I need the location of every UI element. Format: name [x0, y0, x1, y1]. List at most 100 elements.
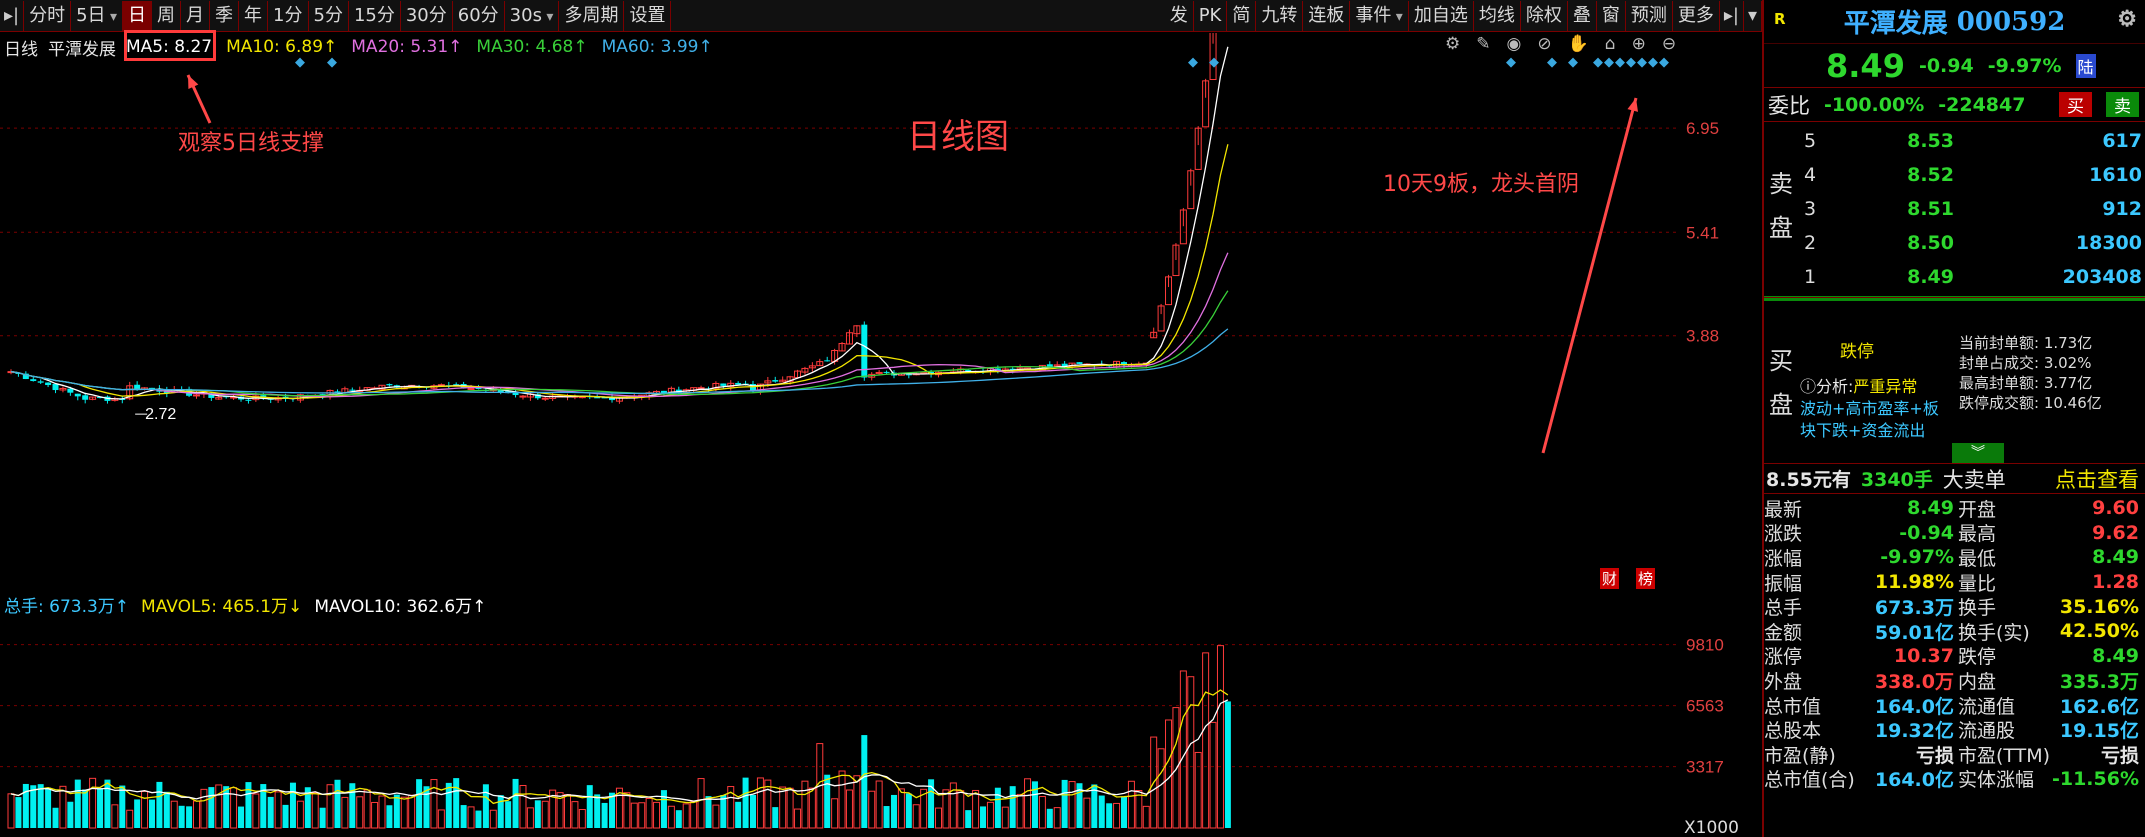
tool-button-4[interactable]: 连板	[1303, 0, 1351, 31]
tool-button-11[interactable]: 预测	[1626, 0, 1673, 31]
volume-bar	[505, 801, 512, 828]
volume-bar	[416, 779, 423, 828]
collapse-left-icon[interactable]: ▸|	[0, 0, 25, 31]
period-tab-4[interactable]: 月	[181, 0, 211, 31]
stat-key-2: 换手	[1958, 597, 1997, 620]
volume-bar	[1187, 676, 1195, 829]
stat-value: -0.94	[1899, 521, 1954, 544]
period-tab-9[interactable]: 15分	[349, 0, 401, 31]
volume-bar	[156, 781, 163, 828]
volume-bar	[742, 777, 749, 828]
candle-body	[541, 397, 549, 400]
buy-button[interactable]: 买	[2059, 92, 2092, 117]
weibi-pct: -100.00%	[1824, 93, 1925, 116]
event-diamond-icon[interactable]: ◆	[1209, 54, 1219, 69]
period-tab-14[interactable]: 设置	[624, 0, 672, 31]
period-tab-12[interactable]: 30s	[505, 0, 560, 31]
stat-row: 总手 673.3万 换手 35.16%	[1764, 594, 2145, 620]
ask-level: 1	[1804, 266, 1817, 288]
event-diamond-icon[interactable]: ◆	[295, 54, 305, 69]
volume-bar	[482, 784, 489, 828]
annotation-title: 日线图	[907, 117, 1009, 157]
tool-button-2[interactable]: 简	[1227, 0, 1257, 31]
volume-bar	[526, 807, 534, 829]
candlestick-chart[interactable]: 10.008.486.955.413.889.622.72◆◆◆◆◆◆◆◆◆◆◆…	[0, 33, 1762, 618]
sell-button[interactable]: 卖	[2106, 92, 2139, 117]
volume-bar	[682, 803, 690, 829]
period-tab-0[interactable]: 分时	[24, 0, 72, 31]
period-tab-6[interactable]: 年	[239, 0, 269, 31]
tool-button-10[interactable]: 窗	[1597, 0, 1626, 31]
volume-bar	[772, 807, 779, 828]
stat-value: 8.49	[1907, 497, 1954, 520]
volume-bar	[861, 735, 868, 828]
volume-bar	[801, 780, 809, 829]
period-tab-8[interactable]: 5分	[309, 0, 349, 31]
event-diamond-icon[interactable]: ◆	[1547, 54, 1557, 69]
price-change: -0.94	[1918, 54, 1974, 77]
volume-chart[interactable]: 9810 6563 3317	[0, 618, 1762, 837]
stat-value-2: 19.15亿	[2059, 720, 2139, 743]
tag-financial[interactable]: 财	[1600, 568, 1620, 589]
event-diamond-icon[interactable]: ◆	[1188, 54, 1198, 69]
volume-bar	[7, 793, 15, 829]
volume-bar	[30, 785, 37, 828]
candle-body	[193, 394, 200, 397]
tool-button-1[interactable]: PK	[1194, 0, 1228, 31]
volume-bar	[200, 788, 208, 829]
r-badge: R	[1774, 10, 1786, 28]
stat-value: 164.0亿	[1874, 695, 1954, 718]
period-tab-10[interactable]: 30分	[401, 0, 453, 31]
tool-button-12[interactable]: 更多	[1673, 0, 1720, 31]
stat-value: 338.0万	[1874, 670, 1954, 693]
collapse-chevron-icon[interactable]: ︾	[1952, 443, 2004, 463]
dropdown-icon[interactable]: ▾	[1744, 0, 1762, 31]
big-order-text: 大卖单	[1942, 467, 2006, 492]
tool-button-6[interactable]: 加自选	[1409, 0, 1474, 31]
volume-bar	[965, 810, 972, 828]
event-diamond-icon[interactable]: ◆	[1615, 54, 1625, 69]
gear-icon[interactable]: ⚙	[2117, 6, 2137, 32]
volume-bar	[845, 789, 853, 829]
event-diamond-icon[interactable]: ◆	[1604, 54, 1614, 69]
stat-value-2: 8.49	[2092, 644, 2139, 667]
big-order-row[interactable]: 8.55元有 3340手 大卖单 点击查看	[1764, 464, 2145, 494]
event-diamond-icon[interactable]: ◆	[1568, 54, 1578, 69]
event-diamond-icon[interactable]: ◆	[1648, 54, 1658, 69]
expand-right-icon[interactable]: ▸|	[1720, 0, 1744, 31]
period-tab-11[interactable]: 60分	[453, 0, 505, 31]
volume-bar	[794, 808, 802, 829]
event-diamond-icon[interactable]: ◆	[327, 54, 337, 69]
tool-button-7[interactable]: 均线	[1474, 0, 1521, 31]
ask-price: 8.52	[1907, 164, 1954, 186]
tool-button-8[interactable]: 除权	[1521, 0, 1568, 31]
period-tab-13[interactable]: 多周期	[559, 0, 625, 31]
tool-button-0[interactable]: 发	[1165, 0, 1194, 31]
volume-bar	[148, 799, 155, 828]
event-diamond-icon[interactable]: ◆	[1637, 54, 1647, 69]
y-axis-label: 3.88	[1686, 327, 1719, 346]
vol-axis-label: 9810	[1686, 636, 1724, 655]
event-diamond-icon[interactable]: ◆	[1506, 54, 1516, 69]
volume-bar	[601, 802, 608, 828]
volume-bar	[1038, 796, 1046, 829]
period-tab-3[interactable]: 周	[152, 0, 182, 31]
event-diamond-icon[interactable]: ◆	[1659, 54, 1669, 69]
stat-value: -9.97%	[1880, 546, 1954, 569]
candle-body	[720, 383, 727, 386]
tag-rank[interactable]: 榜	[1636, 568, 1656, 589]
period-tab-5[interactable]: 季	[210, 0, 240, 31]
buy-side-label: 买盘	[1769, 347, 1793, 419]
period-tab-7[interactable]: 1分	[268, 0, 309, 31]
big-order-link[interactable]: 点击查看	[2055, 464, 2139, 494]
tool-button-9[interactable]: 叠	[1568, 0, 1597, 31]
volume-bar	[82, 789, 89, 828]
period-tab-1[interactable]: 5日	[71, 0, 124, 31]
analysis-box[interactable]: ⓘ分析:严重异常 波动+高市盈率+板 块下跌+资金流出	[1800, 376, 1939, 442]
event-diamond-icon[interactable]: ◆	[1593, 54, 1603, 69]
volume-bar	[1106, 803, 1113, 828]
tool-button-3[interactable]: 九转	[1256, 0, 1304, 31]
period-tab-2[interactable]: 日	[123, 0, 153, 31]
event-diamond-icon[interactable]: ◆	[1626, 54, 1636, 69]
tool-button-5[interactable]: 事件	[1350, 0, 1409, 31]
